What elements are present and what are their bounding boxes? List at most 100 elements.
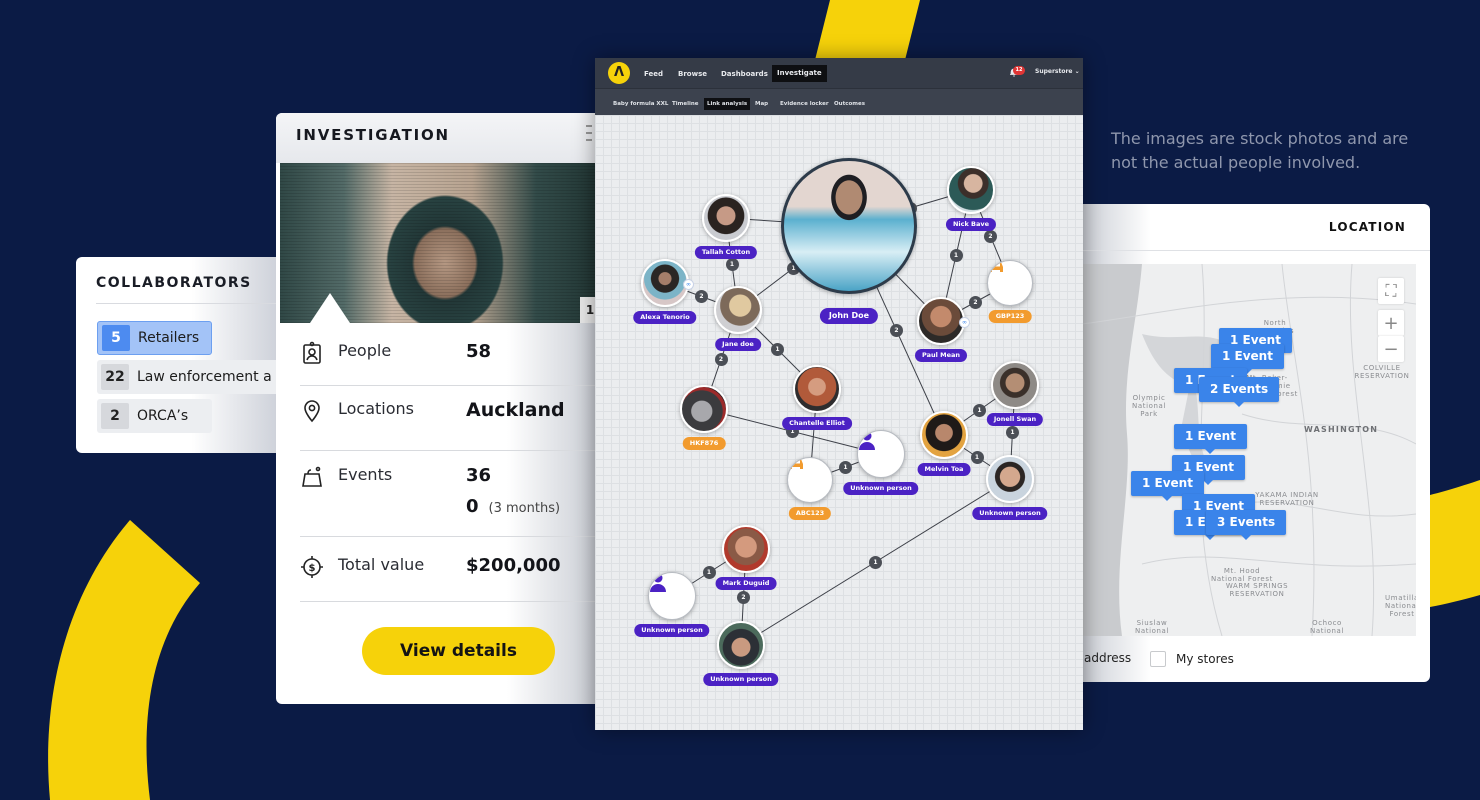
event-marker[interactable]: 3 Events	[1206, 510, 1287, 540]
collaborators-card: COLLABORATORS 5 Retailers 22 Law enforce…	[76, 257, 297, 453]
collaborator-law-enforcement[interactable]: 22 Law enforcement a	[97, 360, 297, 394]
suspect-photo[interactable]: 1	[280, 163, 600, 323]
subnav-timeline[interactable]: Timeline	[669, 98, 702, 110]
stat-label: People	[338, 341, 392, 360]
stat-locations: Locations Auckland	[300, 399, 606, 451]
stat-secondary-value: 0	[466, 496, 479, 517]
collaborators-title: COLLABORATORS	[96, 275, 252, 291]
event-marker[interactable]: 1 Event	[1174, 424, 1247, 454]
map-label: COLVILLE RESERVATION	[1354, 364, 1410, 380]
node-label[interactable]: Mark Duguid	[715, 577, 777, 590]
stat-events: Events 36 0 (3 months)	[300, 465, 606, 537]
subnav-map[interactable]: Map	[752, 98, 771, 110]
graph-node-mark[interactable]	[722, 525, 770, 573]
collaborator-label: Law enforcement a	[137, 369, 272, 385]
node-label[interactable]: John Doe	[819, 308, 879, 324]
view-details-button[interactable]: View details	[362, 627, 555, 675]
collaborator-orcas[interactable]: 2 ORCA’s	[97, 399, 212, 433]
menu-icon[interactable]	[586, 125, 592, 147]
node-label[interactable]: Unknown person	[972, 507, 1048, 520]
collaborator-label: Retailers	[138, 330, 200, 346]
edge-weight-badge: 1	[973, 403, 986, 417]
node-label[interactable]: Tallah Cotton	[694, 246, 758, 259]
map-label: Olympic National Park	[1132, 394, 1166, 418]
map-label: Mt. Hood National Forest	[1211, 567, 1273, 583]
fullscreen-icon[interactable]: ⛶	[1378, 278, 1404, 304]
node-label[interactable]: GBP123	[988, 310, 1032, 323]
my-stores-checkbox[interactable]	[1150, 651, 1166, 667]
edge-weight-badge: 1	[1006, 425, 1019, 439]
graph-node-nick[interactable]	[947, 166, 995, 214]
link-analysis-canvas[interactable]: 121122212211111112John DoeTallah Cotton∞…	[595, 115, 1083, 730]
subnav-link-analysis[interactable]: Link analysis	[704, 98, 751, 110]
map-label: Ochoco National Forest	[1310, 619, 1344, 636]
edge-weight-badge: 2	[695, 290, 708, 303]
link-icon[interactable]: ∞	[959, 317, 970, 328]
stat-label: Total value	[338, 555, 425, 574]
graph-node-jonell[interactable]	[991, 361, 1039, 409]
graph-node-alexa[interactable]	[641, 259, 689, 307]
graph-node-jane[interactable]	[714, 286, 762, 334]
collaborator-count: 22	[101, 364, 129, 390]
zoom-out-button[interactable]: −	[1378, 336, 1404, 362]
nav-browse[interactable]: Browse	[673, 66, 712, 82]
map-label: WASHINGTON	[1304, 425, 1379, 434]
zoom-in-button[interactable]: +	[1378, 310, 1404, 336]
graph-node-unk4[interactable]	[717, 621, 765, 669]
graph-node-tallah[interactable]	[702, 194, 750, 242]
top-navigation: Λ Feed Browse Dashboards Investigate 12 …	[595, 58, 1083, 88]
edge-weight-badge: 1	[702, 566, 716, 579]
node-label[interactable]: ABC123	[788, 507, 832, 520]
filter-address[interactable]: address	[1084, 651, 1131, 665]
graph-node-gbp[interactable]	[987, 260, 1033, 306]
notification-badge: 12	[1013, 66, 1025, 75]
link-icon[interactable]: ∞	[683, 279, 694, 290]
event-marker[interactable]: 2 Events	[1199, 377, 1280, 407]
divider	[96, 303, 286, 304]
subnav-outcomes[interactable]: Outcomes	[831, 98, 868, 110]
edge-weight-badge: 1	[970, 450, 984, 464]
graph-node-unk2[interactable]	[986, 455, 1034, 503]
edge-weight-badge: 1	[839, 460, 852, 474]
node-label[interactable]: Melvin Toa	[917, 463, 971, 476]
event-marker[interactable]: 1 Event	[1131, 471, 1204, 501]
graph-node-unk3[interactable]	[648, 572, 696, 620]
collaborator-retailers[interactable]: 5 Retailers	[97, 321, 212, 355]
subnav-case-name[interactable]: Baby formula XXL	[610, 98, 671, 110]
node-label[interactable]: Paul Mean	[915, 349, 967, 362]
node-label[interactable]: Nick Bave	[945, 218, 997, 231]
nav-feed[interactable]: Feed	[639, 66, 668, 82]
nav-investigate[interactable]: Investigate	[772, 65, 827, 82]
graph-node-melvin[interactable]	[920, 411, 968, 459]
app-logo[interactable]: Λ	[608, 62, 630, 84]
node-label[interactable]: Jane doe	[715, 338, 761, 351]
nav-dashboards[interactable]: Dashboards	[716, 66, 773, 82]
node-label[interactable]: Alexa Tenorio	[633, 311, 697, 324]
user-menu[interactable]: Superstore ⌄	[1035, 68, 1080, 75]
graph-node-unk1[interactable]	[857, 430, 905, 478]
filter-my-stores[interactable]: My stores	[1150, 651, 1234, 667]
node-label[interactable]: Jonell Swan	[986, 413, 1044, 426]
investigation-card: INVESTIGATION 1 People 58 Locations Auck…	[276, 113, 606, 704]
node-label[interactable]: Unknown person	[843, 482, 919, 495]
id-badge-icon	[303, 341, 321, 364]
graph-node-hkf[interactable]	[680, 385, 728, 433]
event-marker[interactable]: 1 Event	[1211, 344, 1284, 374]
graph-node-john[interactable]	[781, 158, 917, 294]
node-label[interactable]: Chantelle Elliot	[782, 417, 852, 430]
edge-weight-badge: 2	[737, 590, 750, 604]
investigation-title: INVESTIGATION	[276, 113, 606, 163]
svg-text:$: $	[309, 563, 316, 574]
stock-photo-disclaimer: The images are stock photos and are not …	[1111, 129, 1409, 172]
stat-value: $200,000	[466, 555, 561, 576]
graph-node-paul[interactable]	[917, 297, 965, 345]
graph-node-chantelle[interactable]	[793, 365, 841, 413]
node-label[interactable]: HKF876	[682, 437, 726, 450]
location-map[interactable]: ⛶ + − WASHINGTON YAKAMA INDIAN RESERVATI…	[1082, 264, 1416, 636]
node-label[interactable]: Unknown person	[703, 673, 779, 686]
subnav-evidence-locker[interactable]: Evidence locker	[777, 98, 832, 110]
edge-weight-badge: 2	[969, 295, 982, 309]
node-label[interactable]: Unknown person	[634, 624, 710, 637]
graph-node-abc[interactable]	[787, 457, 833, 503]
map-label: Umatilla National Forest	[1385, 594, 1416, 618]
